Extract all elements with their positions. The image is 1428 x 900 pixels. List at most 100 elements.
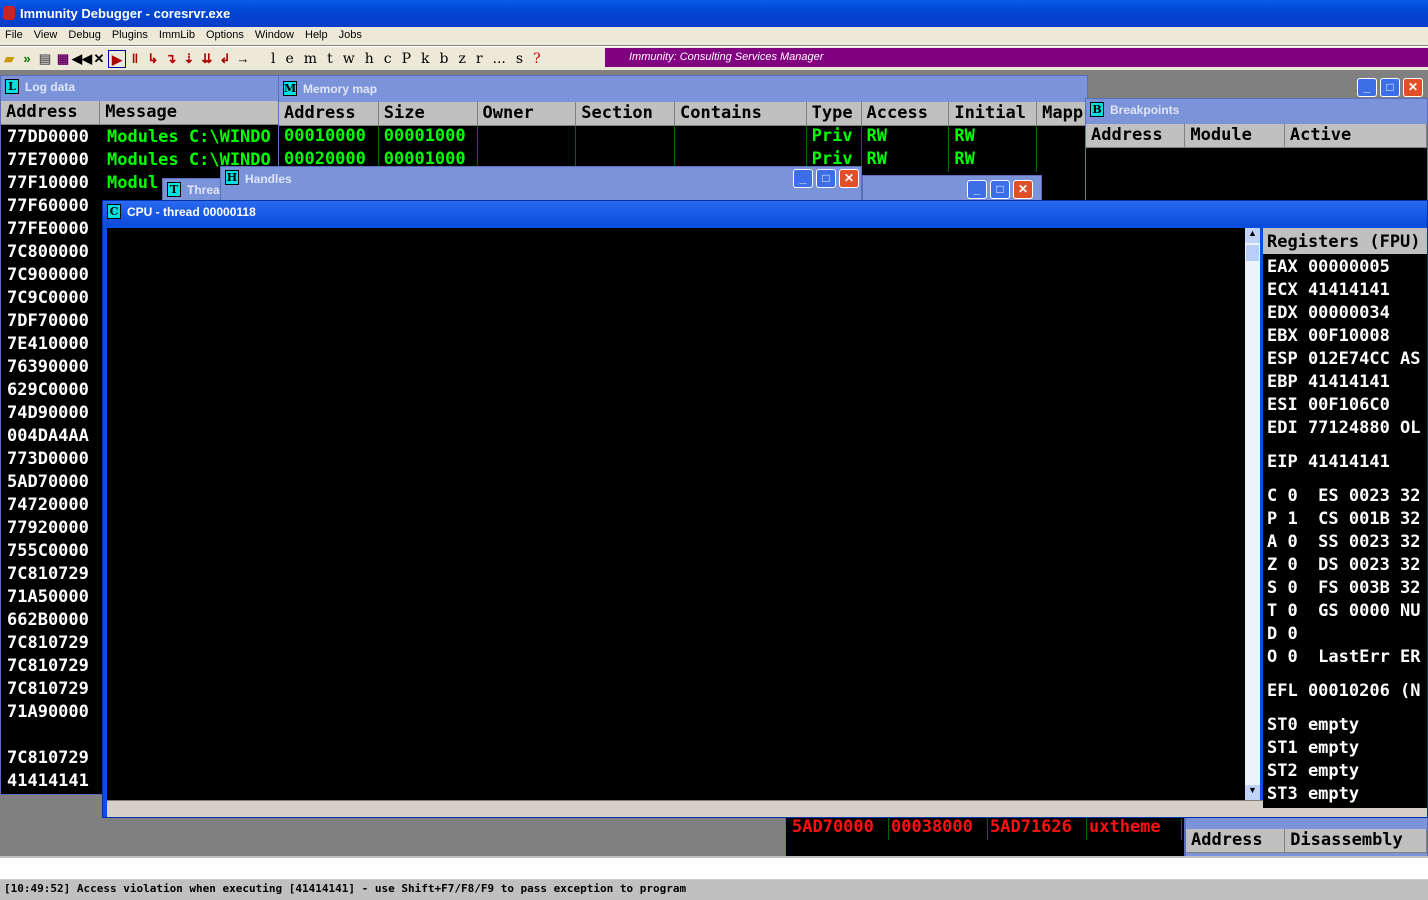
breakpoints-window[interactable]: B Breakpoints Address Module Active: [1085, 98, 1428, 208]
log-row[interactable]: 77DD0000 Modules C:\WINDO: [1, 127, 279, 150]
register-line[interactable]: [1267, 670, 1427, 681]
toolbar-window-z-button[interactable]: z: [453, 51, 470, 67]
close-button[interactable]: ✕: [839, 169, 859, 188]
column-header-section[interactable]: Section: [576, 102, 675, 126]
register-line[interactable]: EBP 41414141: [1267, 372, 1427, 395]
goto-icon[interactable]: →: [234, 50, 252, 68]
disassembly-scrollbar[interactable]: ▲ ▼: [1245, 228, 1260, 800]
maximize-button[interactable]: □: [1380, 78, 1400, 97]
register-line[interactable]: ECX 41414141: [1267, 280, 1427, 303]
menu-jobs[interactable]: Jobs: [334, 27, 368, 45]
toolbar-window-h-button[interactable]: h: [360, 51, 379, 67]
scroll-down-icon[interactable]: ▼: [1245, 785, 1260, 800]
register-line[interactable]: A 0 SS 0023 32: [1267, 532, 1427, 555]
column-header-address[interactable]: Address: [279, 102, 379, 126]
pause-icon[interactable]: ‖: [126, 50, 144, 68]
toolbar-window-e-button[interactable]: e: [280, 51, 298, 67]
column-header-initial[interactable]: Initial: [949, 102, 1038, 126]
column-header-active[interactable]: Active: [1284, 124, 1427, 148]
column-header-address[interactable]: Address: [1, 101, 101, 125]
column-header-mapp[interactable]: Mapp: [1037, 102, 1087, 126]
restart-icon[interactable]: »: [18, 50, 36, 68]
registers-pane[interactable]: Registers (FPU) EAX 00000005 ECX 41414141…: [1263, 228, 1427, 808]
open-icon[interactable]: ▰: [0, 50, 18, 68]
close-file-icon[interactable]: ▤: [36, 50, 54, 68]
run-icon[interactable]: ▶: [108, 49, 126, 68]
minimize-button[interactable]: _: [967, 180, 987, 199]
minimize-button[interactable]: _: [1357, 78, 1377, 97]
register-line[interactable]: ST3 empty: [1267, 784, 1427, 807]
cpu-window[interactable]: C CPU - thread 00000118 ▲ ▼ Registers (FP…: [102, 200, 1428, 818]
register-line[interactable]: O 0 LastErr ER: [1267, 647, 1427, 670]
toolbar-window-b-button[interactable]: b: [434, 51, 453, 67]
step-over-icon[interactable]: ↴: [162, 50, 180, 68]
step-into-icon[interactable]: ↳: [144, 50, 162, 68]
scroll-up-icon[interactable]: ▲: [1245, 228, 1260, 243]
register-line[interactable]: EDI 77124880 OL: [1267, 418, 1427, 441]
menu-file[interactable]: File: [0, 27, 29, 45]
column-header-address[interactable]: Address: [1086, 124, 1186, 148]
menu-debug[interactable]: Debug: [63, 27, 106, 45]
column-header-module[interactable]: Module: [1185, 124, 1285, 148]
trace-into-icon[interactable]: ⇣: [180, 50, 198, 68]
toolbar-window-more-button[interactable]: ...: [488, 51, 511, 67]
register-line[interactable]: ST2 empty: [1267, 761, 1427, 784]
toolbar-window-help-button[interactable]: ?: [528, 51, 546, 67]
column-header-disassembly[interactable]: Disassembly: [1285, 829, 1427, 853]
toolbar-window-t-button[interactable]: t: [322, 51, 338, 67]
register-line[interactable]: EBX 00F10008: [1267, 326, 1427, 349]
column-header-access[interactable]: Access: [861, 102, 950, 126]
grid-icon[interactable]: ▦: [54, 50, 72, 68]
toolbar-window-l-button[interactable]: l: [266, 51, 280, 67]
menu-immlib[interactable]: ImmLib: [154, 27, 201, 45]
register-line[interactable]: P 1 CS 001B 32: [1267, 509, 1427, 532]
register-line[interactable]: ST1 empty: [1267, 738, 1427, 761]
column-header-address[interactable]: Address: [1186, 829, 1286, 853]
minimize-button[interactable]: _: [793, 169, 813, 188]
toolbar-window-m-button[interactable]: m: [299, 51, 322, 67]
register-line[interactable]: C 0 ES 0023 32: [1267, 486, 1427, 509]
maximize-button[interactable]: □: [816, 169, 836, 188]
column-header-contains[interactable]: Contains: [675, 102, 807, 126]
toolbar-window-P-button[interactable]: P: [397, 51, 416, 67]
register-line[interactable]: ESI 00F106C0: [1267, 395, 1427, 418]
register-line[interactable]: EAX 00000005: [1267, 257, 1427, 280]
column-header-type[interactable]: Type: [806, 102, 862, 126]
execute-till-return-icon[interactable]: ↲: [216, 50, 234, 68]
column-header-owner[interactable]: Owner: [477, 102, 577, 126]
register-line[interactable]: T 0 GS 0000 NU: [1267, 601, 1427, 624]
register-line[interactable]: EIP 41414141: [1267, 452, 1427, 475]
register-line[interactable]: [1267, 475, 1427, 486]
register-line[interactable]: [1267, 441, 1427, 452]
register-line[interactable]: EDX 00000034: [1267, 303, 1427, 326]
register-line[interactable]: ESP 012E74CC AS: [1267, 349, 1427, 372]
menu-help[interactable]: Help: [300, 27, 334, 45]
close-icon[interactable]: ✕: [90, 50, 108, 68]
rewind-icon[interactable]: ◀◀: [72, 50, 92, 68]
toolbar-window-s-button[interactable]: s: [511, 51, 528, 67]
menu-window[interactable]: Window: [250, 27, 300, 45]
close-button[interactable]: ✕: [1403, 78, 1423, 97]
trace-over-icon[interactable]: ⇊: [198, 50, 216, 68]
register-line[interactable]: EFL 00010206 (N: [1267, 681, 1427, 704]
menu-plugins[interactable]: Plugins: [107, 27, 154, 45]
toolbar-window-r-button[interactable]: r: [471, 51, 488, 67]
disassembly-pane[interactable]: [107, 228, 1245, 800]
register-line[interactable]: Z 0 DS 0023 32: [1267, 555, 1427, 578]
toolbar-window-w-button[interactable]: w: [338, 51, 360, 67]
scroll-thumb[interactable]: [1246, 245, 1259, 261]
register-line[interactable]: [1267, 704, 1427, 715]
menu-options[interactable]: Options: [201, 27, 250, 45]
register-line[interactable]: S 0 FS 003B 32: [1267, 578, 1427, 601]
column-header-message[interactable]: Message: [100, 101, 279, 125]
maximize-button[interactable]: □: [990, 180, 1010, 199]
register-line[interactable]: D 0: [1267, 624, 1427, 647]
toolbar-window-k-button[interactable]: k: [416, 51, 434, 67]
menu-view[interactable]: View: [29, 27, 64, 45]
memory-row[interactable]: 00010000 00001000 Priv RW RW: [279, 126, 1087, 149]
register-line[interactable]: ST0 empty: [1267, 715, 1427, 738]
column-header-size[interactable]: Size: [378, 102, 478, 126]
command-line-input[interactable]: [0, 856, 1428, 880]
close-button[interactable]: ✕: [1013, 180, 1033, 199]
module-row[interactable]: 5AD70000 00038000 5AD71626 uxtheme: [790, 817, 1184, 840]
